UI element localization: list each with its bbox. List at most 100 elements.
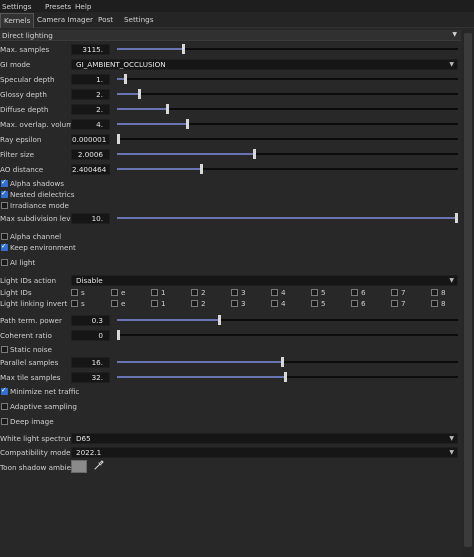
light-ids-action-value: Disable (76, 276, 103, 285)
chevron-down-icon: ▼ (449, 435, 454, 442)
max-samples-slider[interactable] (117, 44, 458, 54)
alpha-shadows-checkbox[interactable] (1, 178, 8, 187)
light-ids-checkbox-1[interactable] (151, 289, 158, 296)
light-ids-checkbox-2[interactable] (191, 289, 198, 296)
light-ids-checkbox-s[interactable] (71, 289, 78, 296)
ai-light-checkbox[interactable] (1, 259, 8, 266)
light-ids-checkbox-8[interactable] (431, 289, 438, 296)
light-linking-invert-checkbox-6[interactable] (351, 300, 358, 307)
slider-knob[interactable] (166, 104, 169, 114)
specular-depth-label: Specular depth (0, 75, 55, 84)
light-linking-invert-checkbox-8[interactable] (431, 300, 438, 307)
light-linking-invert-checkbox-4[interactable] (271, 300, 278, 307)
toon-shadow-ambient-swatch[interactable] (71, 460, 87, 473)
light-ids-checkbox-5[interactable] (311, 289, 318, 296)
alpha-channel-checkbox[interactable] (1, 233, 8, 240)
slider-knob[interactable] (281, 357, 284, 367)
glossy-depth-field[interactable]: 2. (71, 89, 110, 100)
tab-camera-imager[interactable]: Camera Imager (37, 15, 93, 24)
toon-shadow-ambient-label: Toon shadow ambient (0, 463, 79, 472)
path-term-power-field[interactable]: 0.3 (71, 315, 110, 326)
light-ids-checkbox-7[interactable] (391, 289, 398, 296)
menu-help[interactable]: Help (75, 2, 91, 11)
light-linking-invert-label: Light linking invert (0, 299, 68, 308)
slider-knob[interactable] (218, 315, 221, 325)
light-ids-item-label: 3 (241, 288, 246, 297)
filter-size-slider[interactable] (117, 149, 458, 159)
compatibility-mode-dropdown[interactable]: 2022.1 ▼ (71, 447, 458, 458)
ao-distance-slider[interactable] (117, 164, 458, 174)
ao-distance-field[interactable]: 2.400464 (71, 164, 110, 175)
max-tile-samples-label: Max tile samples (0, 373, 61, 382)
compatibility-mode-value: 2022.1 (76, 448, 102, 457)
static-noise-checkbox[interactable] (1, 346, 8, 353)
parallel-samples-slider[interactable] (117, 357, 458, 367)
parallel-samples-field[interactable]: 16. (71, 357, 110, 368)
tab-bar: Kernels Camera Imager Post Settings (0, 12, 474, 28)
slider-knob[interactable] (455, 213, 458, 223)
coherent-ratio-field[interactable]: 0 (71, 330, 110, 341)
light-ids-checkbox-3[interactable] (231, 289, 238, 296)
minimize-net-traffic-checkbox[interactable] (1, 386, 8, 395)
slider-knob[interactable] (117, 134, 120, 144)
adaptive-sampling-checkbox[interactable] (1, 403, 8, 410)
slider-knob[interactable] (182, 44, 185, 54)
slider-knob[interactable] (117, 330, 120, 340)
light-ids-item-label: e (121, 288, 126, 297)
eyedropper-icon[interactable] (93, 459, 105, 471)
keep-environment-checkbox[interactable] (1, 242, 8, 251)
light-linking-invert-checkbox-5[interactable] (311, 300, 318, 307)
white-light-spectrum-dropdown[interactable]: D65 ▼ (71, 433, 458, 444)
light-ids-action-dropdown[interactable]: Disable ▼ (71, 275, 458, 286)
max-tile-samples-field[interactable]: 32. (71, 372, 110, 383)
max-tile-samples-slider[interactable] (117, 372, 458, 382)
kernel-type-value: Direct lighting (2, 31, 53, 40)
filter-size-field[interactable]: 2.0006 (71, 149, 110, 160)
specular-depth-field[interactable]: 1. (71, 74, 110, 85)
diffuse-depth-field[interactable]: 2. (71, 104, 110, 115)
slider-knob[interactable] (124, 74, 127, 84)
tab-post[interactable]: Post (98, 15, 113, 24)
alpha-shadows-label: Alpha shadows (10, 179, 65, 188)
max-samples-field[interactable]: 3115. (71, 44, 110, 55)
deep-image-checkbox[interactable] (1, 418, 8, 425)
path-term-power-slider[interactable] (117, 315, 458, 325)
ray-epsilon-field[interactable]: 0.000001 (71, 134, 110, 145)
ray-epsilon-label: Ray epsilon (0, 135, 42, 144)
slider-knob[interactable] (138, 89, 141, 99)
menu-settings[interactable]: Settings (2, 2, 31, 11)
slider-knob[interactable] (186, 119, 189, 129)
tab-kernels[interactable]: Kernels (0, 13, 35, 28)
light-ids-checkbox-e[interactable] (111, 289, 118, 296)
light-linking-invert-checkbox-1[interactable] (151, 300, 158, 307)
kernel-type-dropdown[interactable]: Direct lighting ▼ (0, 30, 461, 41)
specular-depth-slider[interactable] (117, 74, 458, 84)
glossy-depth-slider[interactable] (117, 89, 458, 99)
chevron-down-icon: ▼ (449, 61, 454, 68)
diffuse-depth-slider[interactable] (117, 104, 458, 114)
max-overlap-volumes-slider[interactable] (117, 119, 458, 129)
light-ids-item-label: s (81, 288, 85, 297)
nested-dielectrics-checkbox[interactable] (1, 189, 8, 198)
coherent-ratio-slider[interactable] (117, 330, 458, 340)
slider-knob[interactable] (253, 149, 256, 159)
light-ids-checkbox-4[interactable] (271, 289, 278, 296)
light-linking-invert-checkbox-2[interactable] (191, 300, 198, 307)
scrollbar-thumb[interactable] (464, 33, 472, 547)
slider-knob[interactable] (284, 372, 287, 382)
light-linking-invert-checkbox-e[interactable] (111, 300, 118, 307)
light-linking-invert-checkbox-s[interactable] (71, 300, 78, 307)
menu-bar: Settings Presets Help (0, 0, 474, 12)
light-linking-invert-checkbox-7[interactable] (391, 300, 398, 307)
max-overlap-volumes-field[interactable]: 4. (71, 119, 110, 130)
menu-presets[interactable]: Presets (45, 2, 71, 11)
light-ids-checkbox-6[interactable] (351, 289, 358, 296)
tab-settings[interactable]: Settings (124, 15, 153, 24)
max-subdivision-level-field[interactable]: 10. (71, 213, 110, 224)
gi-mode-dropdown[interactable]: GI_AMBIENT_OCCLUSION ▼ (71, 59, 458, 70)
max-subdivision-level-slider[interactable] (117, 213, 458, 223)
ray-epsilon-slider[interactable] (117, 134, 458, 144)
irradiance-mode-checkbox[interactable] (1, 202, 8, 209)
slider-knob[interactable] (200, 164, 203, 174)
light-linking-invert-checkbox-3[interactable] (231, 300, 238, 307)
